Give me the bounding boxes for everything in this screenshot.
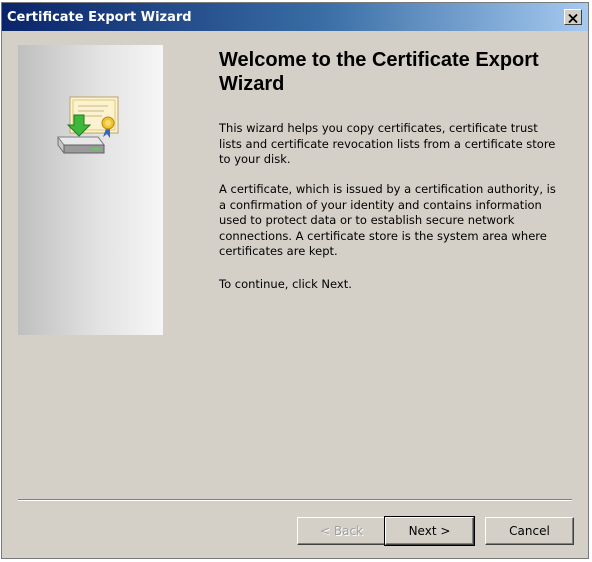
close-icon xyxy=(568,8,578,27)
wizard-dialog: Certificate Export Wizard Welcome to the… xyxy=(1,2,589,559)
cancel-button[interactable]: Cancel xyxy=(485,517,574,545)
wizard-heading: Welcome to the Certificate Export Wizard xyxy=(219,49,539,95)
certificate-export-icon xyxy=(57,96,119,154)
button-separator xyxy=(18,499,572,501)
certificate-description-paragraph: A certificate, which is issued by a cert… xyxy=(219,182,556,258)
wizard-side-panel xyxy=(18,45,163,335)
next-button[interactable]: Next > xyxy=(384,516,475,546)
title-bar[interactable]: Certificate Export Wizard xyxy=(2,3,588,31)
intro-paragraph: This wizard helps you copy certificates,… xyxy=(219,121,556,166)
window-title: Certificate Export Wizard xyxy=(7,10,192,25)
back-button[interactable]: < Back xyxy=(297,517,386,545)
close-button[interactable] xyxy=(564,9,582,25)
continue-instruction: To continue, click Next. xyxy=(219,277,352,291)
